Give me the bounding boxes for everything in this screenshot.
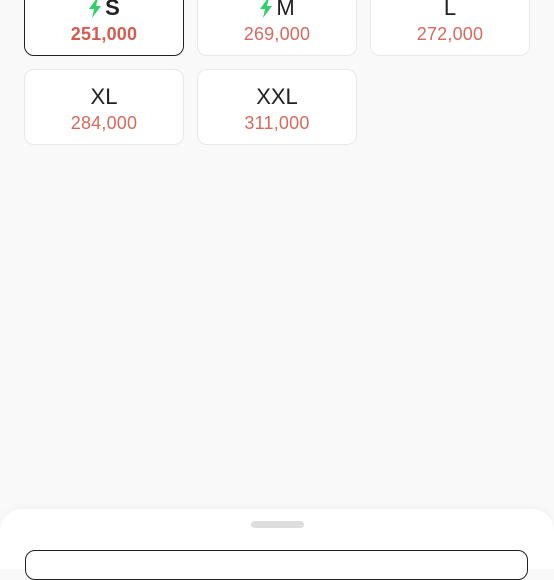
bottom-sheet [0, 509, 554, 580]
size-label: L [443, 0, 457, 20]
size-label-row: L [371, 0, 529, 22]
size-option-l[interactable]: L 272,000 [370, 0, 530, 56]
size-price: 311,000 [244, 113, 310, 133]
size-option-s[interactable]: S 251,000 [24, 0, 184, 56]
size-price: 272,000 [416, 24, 484, 44]
drag-handle[interactable] [251, 521, 304, 528]
size-label: S [105, 0, 120, 20]
size-label: M [276, 0, 295, 20]
lightning-bolt-icon [260, 0, 273, 18]
size-price: 251,000 [70, 24, 138, 44]
size-label: XL [90, 84, 118, 109]
size-option-m[interactable]: M 269,000 [197, 0, 357, 56]
lightning-bolt-icon [89, 0, 102, 18]
bottom-sheet-action-button[interactable] [25, 550, 528, 580]
size-option-xxl[interactable]: XXL 311,000 [197, 69, 357, 145]
size-price: 284,000 [70, 113, 138, 133]
size-label-row: XXL [198, 83, 356, 111]
size-option-xl[interactable]: XL 284,000 [24, 69, 184, 145]
size-label-row: M [198, 0, 356, 22]
size-label-row: S [25, 0, 183, 22]
size-label-row: XL [25, 83, 183, 111]
size-price: 269,000 [243, 24, 311, 44]
size-label: XXL [256, 84, 298, 109]
